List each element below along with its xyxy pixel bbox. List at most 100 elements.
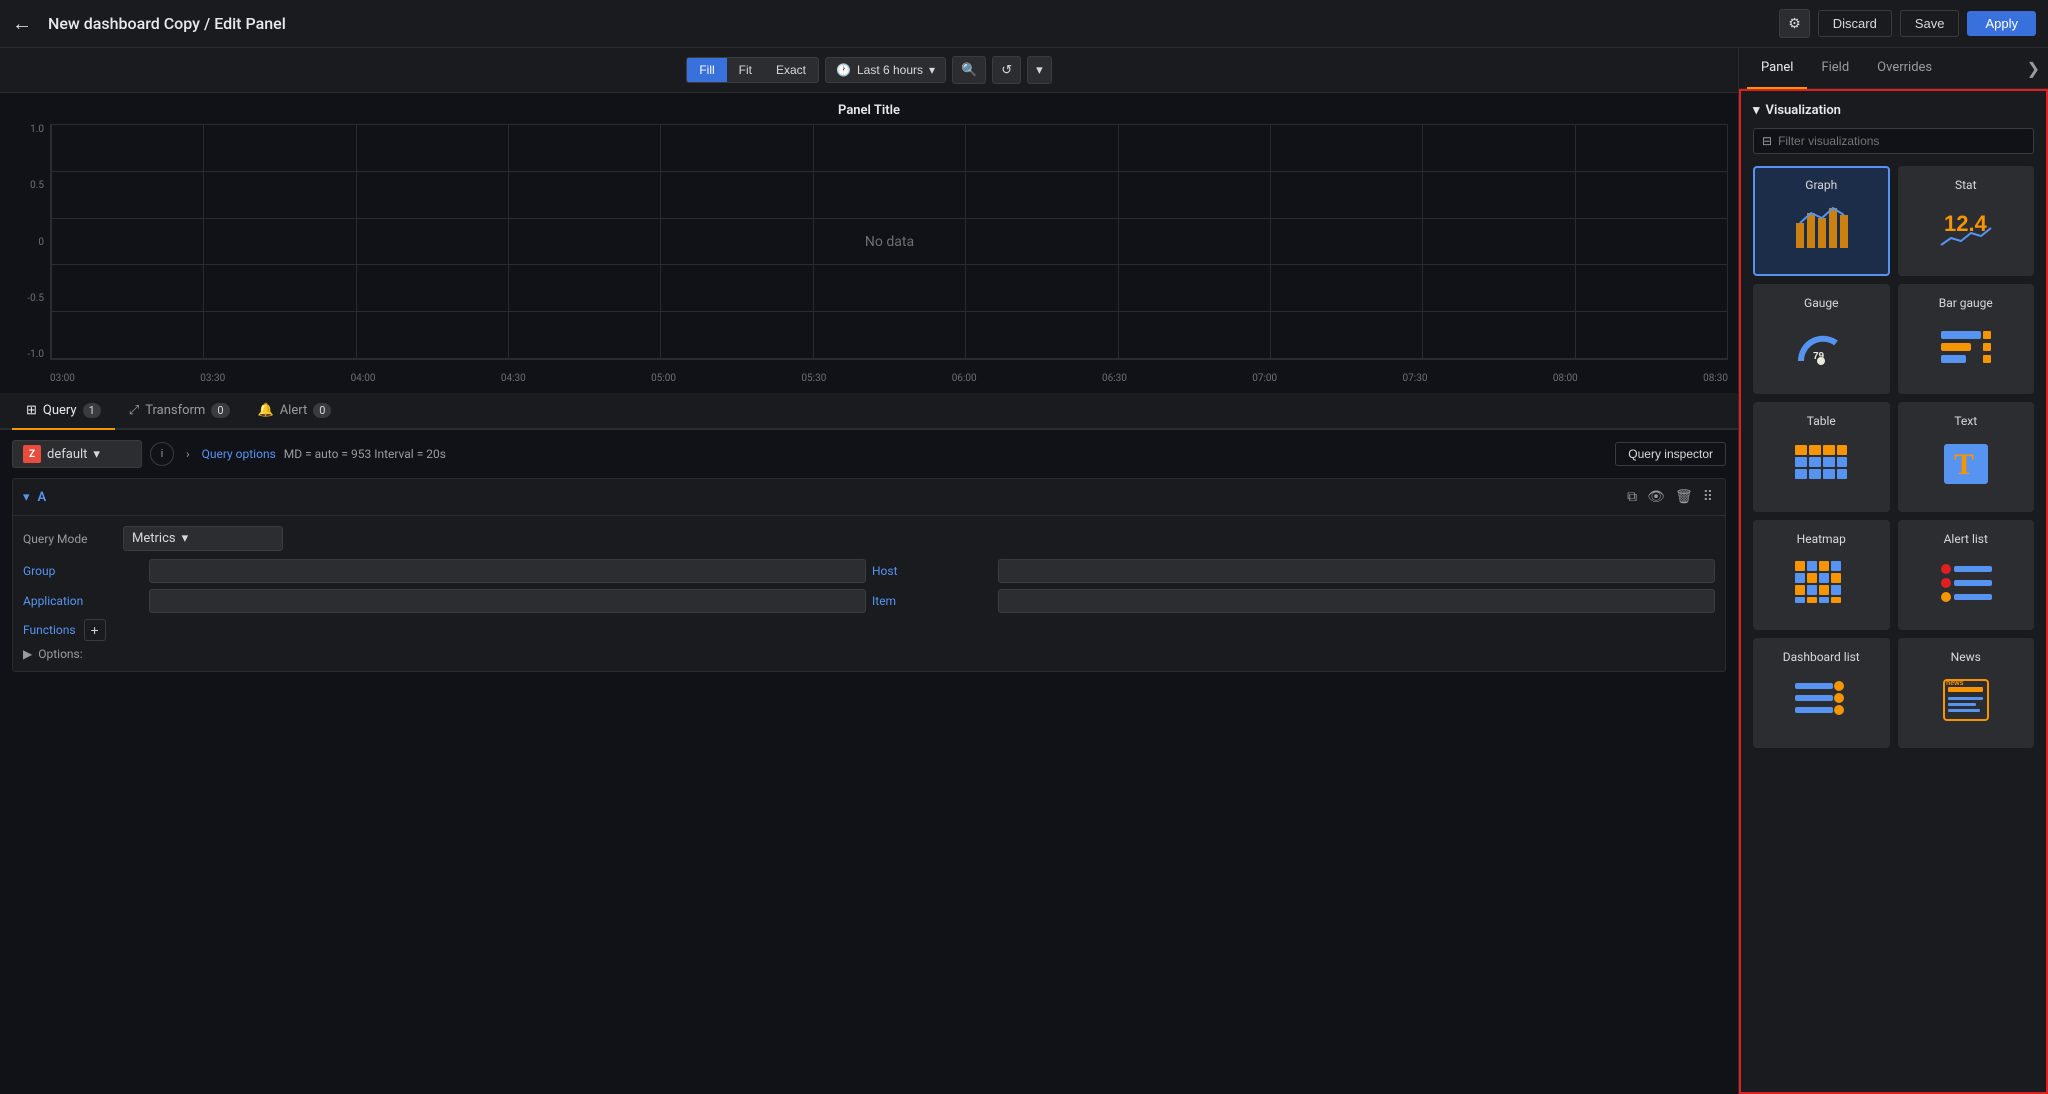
application-label[interactable]: Application [23,594,143,608]
fields-grid-2: Application Item [23,589,1715,613]
news-icon: news [1936,670,1996,730]
application-input[interactable] [149,589,866,613]
drag-icon[interactable]: ⠿ [1701,487,1715,507]
no-data-label: No data [865,234,914,250]
x-label-9: 07:00 [1252,373,1277,384]
query-a-actions: ⧉ 👁 🗑 ⠿ [1625,487,1715,507]
viz-card-dashboard-list[interactable]: Dashboard list [1753,638,1890,748]
host-input[interactable] [998,559,1715,583]
eye-icon[interactable]: 👁 [1645,487,1667,507]
right-panel: Panel Field Overrides ❯ ▾ Visualization … [1738,48,2048,1094]
query-inspector-button[interactable]: Query inspector [1615,442,1726,466]
viz-card-text[interactable]: Text T [1898,402,2035,512]
tab-alert[interactable]: 🔔 Alert 0 [244,393,346,430]
chart-container: 1.0 0.5 0 -0.5 -1.0 [10,124,1728,384]
viz-card-bar-gauge[interactable]: Bar gauge [1898,284,2035,394]
item-label[interactable]: Item [872,594,992,608]
viz-card-heatmap[interactable]: Heatmap [1753,520,1890,630]
viz-card-stat[interactable]: Stat 12.4 [1898,166,2035,276]
bar-gauge-icon [1936,316,1996,376]
x-axis-labels: 03:00 03:30 04:00 04:30 05:00 05:30 06:0… [50,364,1728,384]
discard-button[interactable]: Discard [1818,10,1892,37]
y-label-1: 1.0 [30,124,44,135]
svg-text:T: T [1954,448,1974,481]
filter-input-wrapper: ⊟ [1753,128,2034,154]
x-label-5: 05:00 [651,373,676,384]
back-button[interactable]: ← [12,11,32,36]
filter-icon: ⊟ [1762,134,1772,148]
copy-icon[interactable]: ⧉ [1625,487,1639,507]
transform-tab-label: Transform [145,403,205,418]
tab-field[interactable]: Field [1807,48,1863,89]
options-row[interactable]: ▶ Options: [23,647,1715,661]
query-options-link[interactable]: Query options [202,447,276,461]
table-icon [1791,434,1851,494]
options-label: Options: [38,647,82,661]
viz-card-bar-gauge-label: Bar gauge [1939,296,1993,310]
topbar: ← New dashboard Copy / Edit Panel ⚙ Disc… [0,0,2048,48]
add-function-button[interactable]: + [84,619,106,641]
x-label-6: 05:30 [801,373,826,384]
query-tab-label: Query [43,403,77,418]
save-button[interactable]: Save [1900,10,1960,37]
more-button[interactable]: ▾ [1027,56,1052,84]
refresh-button[interactable]: ↺ [992,56,1021,84]
viz-card-news[interactable]: News news [1898,638,2035,748]
time-range-button[interactable]: 🕐 Last 6 hours ▾ [825,57,946,83]
y-label-3: 0 [38,237,44,248]
chart-toolbar: Fill Fit Exact 🕐 Last 6 hours ▾ 🔍 ↺ ▾ [0,48,1738,93]
tab-transform[interactable]: ⤢ Transform 0 [115,393,244,430]
fit-button[interactable]: Fit [727,58,764,82]
viz-card-dashboard-list-label: Dashboard list [1783,650,1860,664]
query-a-chevron-icon[interactable]: ▾ [23,490,30,505]
query-mode-select[interactable]: Metrics ▾ [123,526,283,551]
dashboard-list-icon [1791,670,1851,730]
alert-list-icon [1936,552,1996,612]
svg-text:news: news [1946,680,1964,687]
query-a: ▾ A ⧉ 👁 🗑 ⠿ Query Mode Metrics ▾ [12,478,1726,672]
query-a-letter: A [38,490,47,505]
x-label-11: 08:00 [1553,373,1578,384]
viz-card-heatmap-label: Heatmap [1797,532,1846,546]
settings-button[interactable]: ⚙ [1779,9,1810,38]
main-layout: Fill Fit Exact 🕐 Last 6 hours ▾ 🔍 ↺ ▾ Pa… [0,48,2048,1094]
viz-card-graph-label: Graph [1805,178,1837,192]
viz-card-gauge[interactable]: Gauge 79 [1753,284,1890,394]
query-mode-label: Query Mode [23,532,113,546]
zoom-button[interactable]: 🔍 [952,56,986,84]
datasource-chevron-icon: ▾ [93,447,100,462]
transform-badge: 0 [211,403,229,418]
group-label[interactable]: Group [23,564,143,578]
viz-card-text-label: Text [1954,414,1977,428]
chart-area: Panel Title 1.0 0.5 0 -0.5 -1.0 [0,93,1738,393]
exact-button[interactable]: Exact [764,58,818,82]
chevron-down-icon: ▾ [929,63,935,77]
host-label[interactable]: Host [872,564,992,578]
y-axis-labels: 1.0 0.5 0 -0.5 -1.0 [10,124,48,360]
view-mode-group: Fill Fit Exact [686,57,819,83]
viz-card-stat-label: Stat [1955,178,1977,192]
delete-icon[interactable]: 🗑 [1673,487,1695,507]
graph-icon [1791,198,1851,258]
tab-query[interactable]: ⊞ Query 1 [12,393,115,430]
expand-icon[interactable]: ❯ [2027,59,2040,78]
x-label-10: 07:30 [1403,373,1428,384]
apply-button[interactable]: Apply [1967,11,2036,36]
filter-visualizations-input[interactable] [1778,134,2025,148]
query-mode-value: Metrics [132,531,176,546]
tab-panel[interactable]: Panel [1747,48,1807,89]
viz-grid: Graph Stat [1753,166,2034,748]
fill-button[interactable]: Fill [687,58,726,82]
viz-card-graph[interactable]: Graph [1753,166,1890,276]
x-label-2: 03:30 [200,373,225,384]
viz-card-table[interactable]: Table [1753,402,1890,512]
group-input[interactable] [149,559,866,583]
topbar-actions: ⚙ Discard Save Apply [1779,9,2036,38]
datasource-select[interactable]: Z default ▾ [12,440,142,468]
x-label-4: 04:30 [501,373,526,384]
info-button[interactable]: i [150,442,174,466]
tab-overrides[interactable]: Overrides [1863,48,1946,89]
x-label-8: 06:30 [1102,373,1127,384]
item-input[interactable] [998,589,1715,613]
viz-card-alert-list[interactable]: Alert list [1898,520,2035,630]
